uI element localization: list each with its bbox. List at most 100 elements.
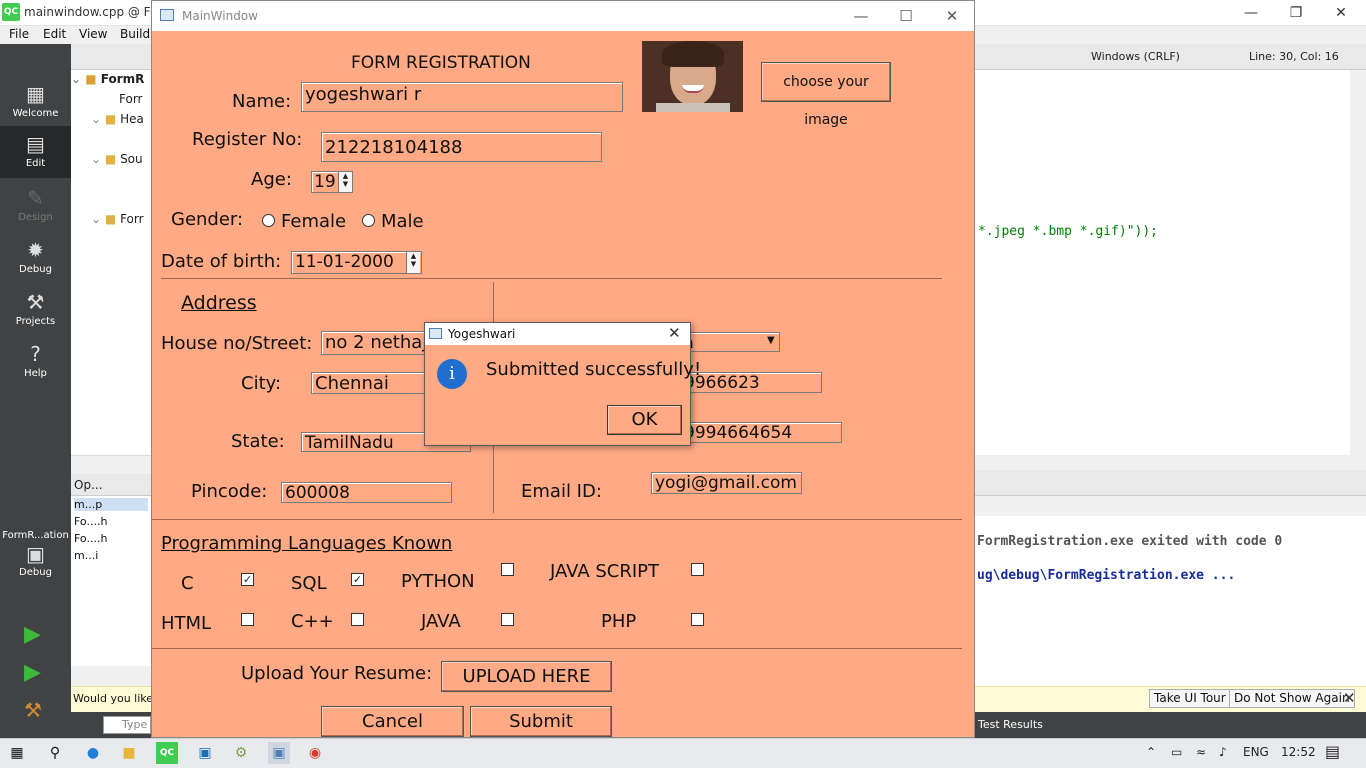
mainwindow-taskbar-icon[interactable]: ▣ [268,742,290,764]
status-tab-test-results[interactable]: Test Results [978,718,1043,731]
tree-item[interactable]: Forr [71,92,151,112]
mode-selector: ▦ Welcome ▤ Edit ✎ Design ✹ Debug ⚒ Proj… [0,70,71,738]
age-label: Age: [251,169,292,190]
pincode-input[interactable]: 600008 [281,482,452,503]
tree-scrollbar[interactable] [71,455,151,469]
checkbox-javascript[interactable] [691,563,704,576]
menu-edit[interactable]: Edit [43,27,66,41]
wifi-icon[interactable]: ≈ [1196,745,1206,759]
checkbox-cpp[interactable] [351,613,364,626]
checkbox-html[interactable] [241,613,254,626]
close-icon[interactable]: ✕ [929,5,975,27]
mode-debug[interactable]: ✹ Debug [0,232,71,284]
locator-input[interactable]: Type [103,716,151,734]
windows-start-icon[interactable]: ▦ [6,742,28,764]
file-explorer-icon[interactable]: ■ [118,742,140,764]
menu-file[interactable]: File [9,27,29,41]
checkbox-python[interactable] [501,563,514,576]
phone-input[interactable]: 9966623 [680,372,822,393]
restore-icon[interactable]: ❐ [1281,2,1311,24]
menu-build[interactable]: Build [120,27,150,41]
modebar-top [0,44,71,70]
build-hammer-icon[interactable]: ⚒ [24,698,42,722]
edge-icon[interactable]: ● [82,742,104,764]
mobile-input[interactable]: 9994664654 [680,422,842,443]
editor-scrollbar[interactable] [1350,70,1366,455]
house-street-input[interactable]: no 2 nethaji [321,331,431,355]
submit-button[interactable]: Submit [470,706,612,737]
tree-item-headers[interactable]: ⌄ ■ Hea [71,112,151,132]
maximize-icon[interactable]: ☐ [883,5,929,27]
clock[interactable]: 12:52 [1281,745,1316,759]
do-not-show-again-button[interactable]: Do Not Show Again [1229,689,1355,708]
tree-item-forms[interactable]: ⌄ ■ Forr [71,212,151,232]
menu-view[interactable]: View [79,27,107,41]
mode-edit[interactable]: ▤ Edit [0,126,71,178]
kit-selector[interactable]: FormR...ation ▣ Debug [0,530,71,578]
editor-hscrollbar[interactable] [975,455,1366,469]
run-icon[interactable]: ▶ [24,622,41,647]
mode-label: Debug [19,264,52,275]
cursor-position[interactable]: Line: 30, Col: 16 [1249,50,1339,63]
form-title: FORM REGISTRATION [351,53,531,73]
debug-run-icon[interactable]: ▶ [24,660,41,685]
close-icon[interactable]: ✕ [1326,2,1356,24]
open-document-item[interactable]: m...p [74,498,148,511]
checkbox-c[interactable]: ✓ [241,573,254,586]
code-editor[interactable] [975,70,1366,455]
cancel-button[interactable]: Cancel [321,706,464,737]
open-document-item[interactable]: m...i [74,549,98,562]
divider [161,278,942,279]
kit-name: FormR...ation [2,530,69,541]
output-line: FormRegistration.exe exited with code 0 [977,534,1283,549]
ok-button[interactable]: OK [607,405,682,435]
close-info-bar-icon[interactable]: ✕ [1343,689,1356,707]
volume-icon[interactable]: ♪ [1219,745,1227,759]
languages-heading: Programming Languages Known [161,533,453,554]
monitor-icon: ▣ [26,542,45,566]
register-no-input[interactable]: 212218104188 [321,132,602,162]
checkbox-java[interactable] [501,613,514,626]
mode-welcome[interactable]: ▦ Welcome [0,76,71,128]
line-ending-selector[interactable]: Windows (CRLF) [1091,50,1180,63]
search-icon[interactable]: ⚲ [44,742,66,764]
notifications-icon[interactable]: ▤ [1325,742,1340,761]
right-combo[interactable]: a ▼ [680,332,780,352]
minimize-icon[interactable]: — [838,5,884,27]
female-radio[interactable] [262,214,275,227]
app-window-icon [429,328,442,339]
editor-taskbar-icon[interactable]: ▣ [194,742,216,764]
tree-item-project[interactable]: ⌄ ■ FormR [71,72,151,92]
minimize-icon[interactable]: — [1236,2,1266,24]
choose-image-button[interactable]: choose your image [761,62,891,128]
spin-arrows-icon[interactable]: ▲ ▼ [406,252,420,273]
email-input[interactable]: yogi@gmail.com [651,472,802,494]
register-no-label: Register No: [192,129,303,150]
age-spinbox[interactable]: 19 ▲ ▼ [311,171,353,193]
battery-icon[interactable]: ▭ [1171,745,1182,759]
dob-label: Date of birth: [161,251,282,272]
open-document-item[interactable]: Fo....h [74,515,107,528]
dob-date-edit[interactable]: 11-01-2000 ▲ ▼ [291,251,422,274]
app-taskbar-icon[interactable]: ⚙ [230,742,252,764]
chrome-icon[interactable]: ◉ [304,742,326,764]
city-input[interactable]: Chennai [311,372,431,394]
mode-design[interactable]: ✎ Design [0,180,71,232]
tray-chevron-icon[interactable]: ⌃ [1146,745,1156,759]
open-documents-list: m...p Fo....h Fo....h m...i [71,496,151,666]
male-radio[interactable] [362,214,375,227]
name-input[interactable]: yogeshwari r [301,82,623,112]
checkbox-sql[interactable]: ✓ [351,573,364,586]
tree-item-sources[interactable]: ⌄ ■ Sou [71,152,151,172]
open-document-item[interactable]: Fo....h [74,532,107,545]
take-ui-tour-button[interactable]: Take UI Tour [1149,689,1231,708]
mode-help[interactable]: ? Help [0,336,71,388]
spin-arrows-icon[interactable]: ▲ ▼ [338,172,352,192]
close-icon[interactable]: ✕ [668,324,681,342]
bug-icon: ✹ [27,238,44,262]
upload-resume-button[interactable]: UPLOAD HERE [441,661,612,692]
mode-projects[interactable]: ⚒ Projects [0,284,71,336]
language-indicator[interactable]: ENG [1243,745,1269,759]
qt-creator-taskbar-icon[interactable]: QC [156,742,178,764]
checkbox-php[interactable] [691,613,704,626]
